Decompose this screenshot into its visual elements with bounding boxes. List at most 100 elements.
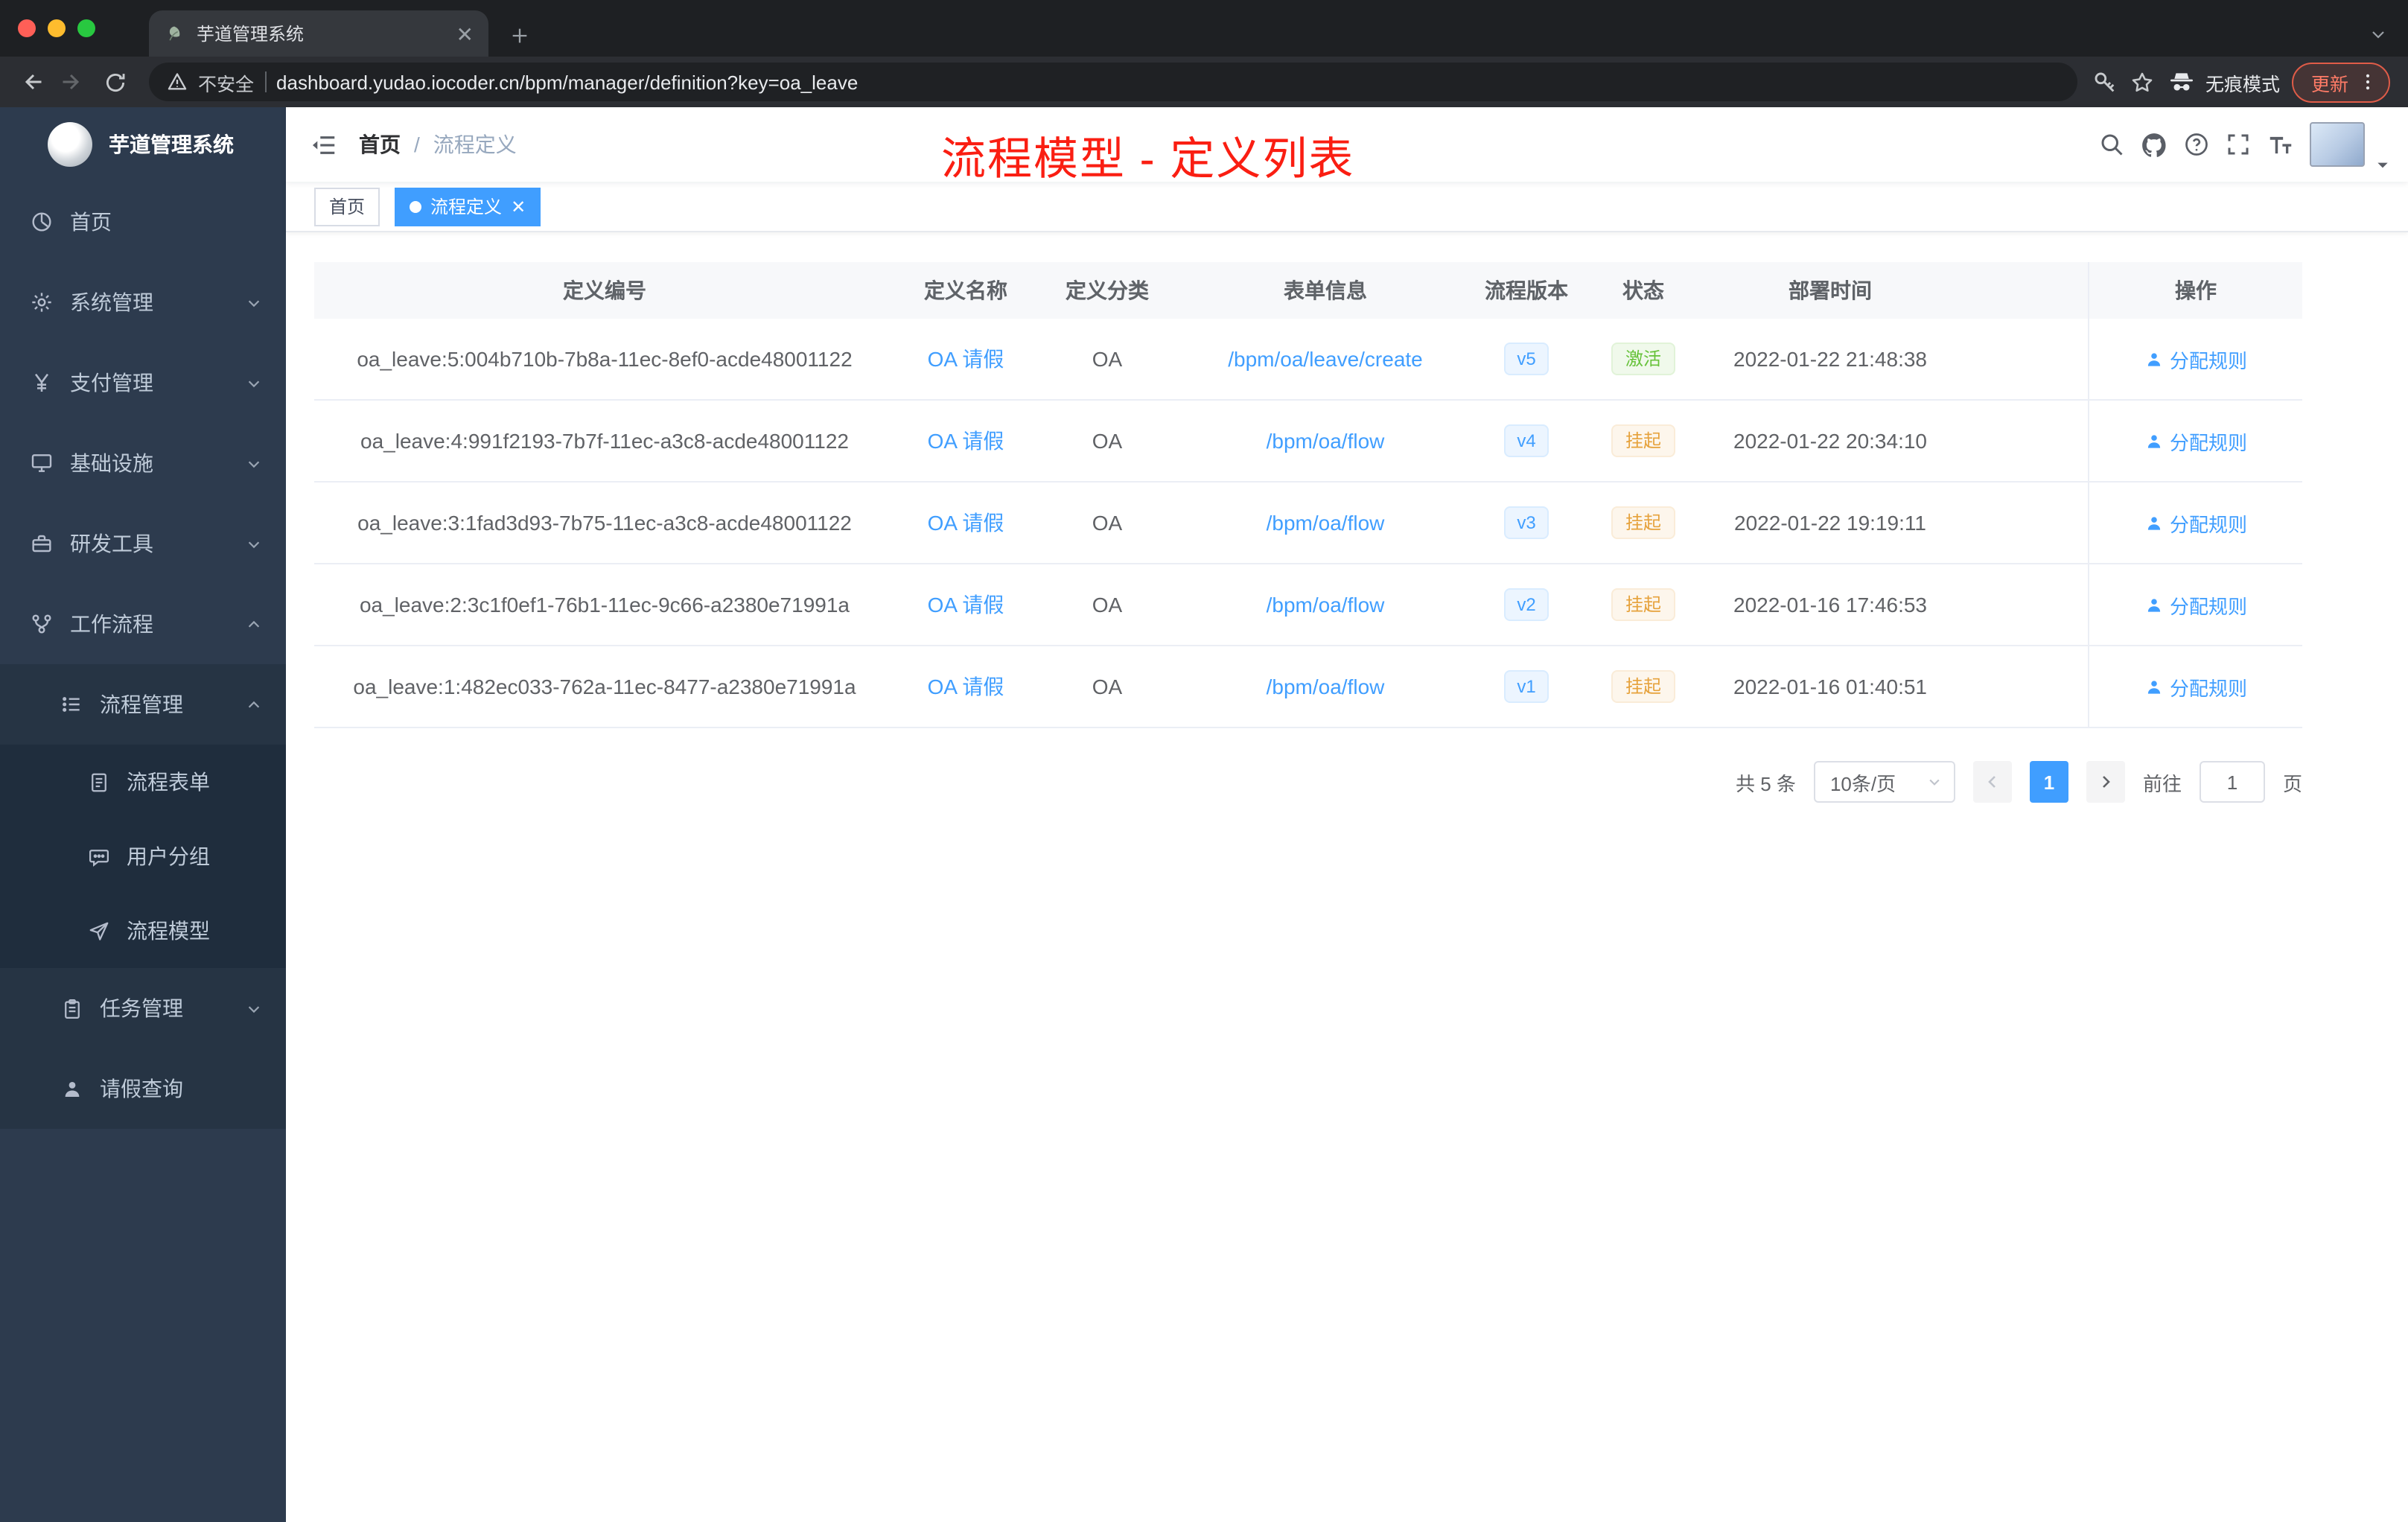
sidebar-item-user-group[interactable]: 用户分组 [0,819,286,894]
form-info-link[interactable]: /bpm/oa/flow [1267,593,1385,617]
tags-view: 首页 流程定义 ✕ [286,182,2408,232]
definition-name-link[interactable]: OA 请假 [928,426,1004,456]
sidebar-item-process-form[interactable]: 流程表单 [0,745,286,819]
sidebar-item-workflow[interactable]: 工作流程 [0,584,286,664]
close-window-button[interactable] [18,19,36,37]
filler-cell [1954,401,2088,481]
github-icon[interactable] [2140,130,2168,159]
sidebar-item-label: 流程管理 [100,692,183,716]
sidebar-item-process-management[interactable]: 流程管理 [0,664,286,745]
minimize-window-button[interactable] [48,19,66,37]
tab-title: 芋道管理系统 [197,24,305,45]
assign-rule-link[interactable]: 分配规则 [2144,590,2247,619]
prev-page-button[interactable] [1972,761,2012,803]
tag-home[interactable]: 首页 [314,187,380,226]
avatar-caret-icon[interactable] [2375,158,2390,173]
next-page-button[interactable] [2086,761,2125,803]
version-badge: v4 [1503,424,1549,458]
sidebar-item-system[interactable]: 系统管理 [0,262,286,343]
kebab-menu-icon [2366,74,2370,90]
paper-plane-icon [86,919,110,943]
tag-label: 首页 [329,197,366,217]
breadcrumb-separator: / [414,133,420,156]
sidebar-logo[interactable]: 芋道管理系统 [0,107,286,182]
divider [264,71,267,92]
page-number-button[interactable]: 1 [2029,761,2068,803]
definition-id: oa_leave:2:3c1f0ef1-76b1-11ec-9c66-a2380… [359,593,850,617]
security-label: 不安全 [198,74,255,95]
form-info-link[interactable]: /bpm/oa/leave/create [1228,347,1423,371]
password-key-icon[interactable] [2092,69,2118,95]
deploy-time: 2022-01-22 21:48:38 [1733,347,1927,371]
sidebar-item-leave-query[interactable]: 请假查询 [0,1048,286,1129]
goto-page-input[interactable] [2199,761,2265,803]
browser-tab[interactable]: 芋道管理系统 ✕ [149,10,488,57]
sidebar-item-label: 首页 [70,210,112,234]
help-icon[interactable] [2183,131,2210,158]
sidebar-item-home[interactable]: 首页 [0,182,286,262]
table-row: oa_leave:3:1fad3d93-7b75-11ec-a3c8-acde4… [314,483,2302,564]
main-area: 首页 / 流程定义 首页 流程定义 ✕ 定义编号 定义名称 定义分类 表单信息 … [286,107,2408,1522]
back-button[interactable] [12,63,51,101]
sidebar-item-infrastructure[interactable]: 基础设施 [0,423,286,503]
definition-name-link[interactable]: OA 请假 [928,344,1004,374]
user-avatar[interactable] [2310,122,2365,167]
tag-process-definition[interactable]: 流程定义 ✕ [395,187,541,226]
definition-id: oa_leave:4:991f2193-7b7f-11ec-a3c8-acde4… [360,429,849,453]
form-info-link[interactable]: /bpm/oa/flow [1267,675,1385,698]
fullscreen-icon[interactable] [2225,131,2252,158]
sidebar-item-label: 系统管理 [70,290,153,314]
page-size-select[interactable]: 10条/页 [1813,761,1955,803]
sidebar-item-dev-tools[interactable]: 研发工具 [0,503,286,584]
incognito-label: 无痕模式 [2205,74,2280,95]
reload-button[interactable] [95,63,134,101]
deploy-time: 2022-01-22 19:19:11 [1734,511,1926,535]
chevron-down-icon [246,455,262,471]
person-icon [2147,434,2161,448]
assign-rule-label: 分配规则 [2169,595,2247,617]
yen-icon [30,371,54,395]
sidebar-toggle-icon[interactable] [286,130,359,159]
sidebar-item-task-management[interactable]: 任务管理 [0,968,286,1048]
filler-cell [1954,564,2088,645]
assign-rule-link[interactable]: 分配规则 [2144,672,2247,701]
assign-rule-link[interactable]: 分配规则 [2144,509,2247,537]
form-info-link[interactable]: /bpm/oa/flow [1267,429,1385,453]
font-size-icon[interactable] [2267,130,2295,159]
bookmark-star-icon[interactable] [2130,69,2155,95]
search-icon[interactable] [2098,131,2125,158]
sidebar-item-label: 请假查询 [100,1077,183,1101]
maximize-window-button[interactable] [77,19,95,37]
tag-close-icon[interactable]: ✕ [511,197,526,215]
person-icon [60,1077,83,1101]
sidebar-item-payment[interactable]: 支付管理 [0,343,286,423]
browser-update-button[interactable]: 更新 [2291,62,2390,102]
sidebar-item-process-model[interactable]: 流程模型 [0,894,286,968]
forward-button[interactable] [54,63,92,101]
annotation-text: 流程模型 - 定义列表 [941,136,1355,185]
address-bar[interactable]: 不安全 dashboard.yudao.iocoder.cn/bpm/manag… [149,63,2077,101]
person-icon [2147,680,2161,693]
definition-name-link[interactable]: OA 请假 [928,672,1004,701]
status-badge: 挂起 [1611,669,1675,704]
tab-search-chevron-icon[interactable] [2369,25,2387,43]
version-badge: v5 [1503,342,1549,376]
form-info-link[interactable]: /bpm/oa/flow [1267,511,1385,535]
security-warning-icon[interactable] [167,71,188,92]
breadcrumb-home[interactable]: 首页 [359,130,401,159]
sidebar-item-label: 流程模型 [127,919,210,943]
page-size-value: 10条/页 [1829,772,1896,795]
gear-icon [30,290,54,314]
clipboard-icon [60,996,83,1020]
app: 芋道管理系统 首页 系统管理 支付管理 基础设施 研发工具 工作流程 流程管理 … [0,107,2408,1522]
assign-rule-link[interactable]: 分配规则 [2144,345,2247,373]
definition-name-link[interactable]: OA 请假 [928,508,1004,538]
tab-close-icon[interactable]: ✕ [456,23,474,44]
list-icon [60,692,83,716]
new-tab-button[interactable] [509,25,530,46]
assign-rule-link[interactable]: 分配规则 [2144,427,2247,455]
header-form-info: 表单信息 [1284,278,1367,302]
table-row: oa_leave:2:3c1f0ef1-76b1-11ec-9c66-a2380… [314,564,2302,646]
table-header-row: 定义编号 定义名称 定义分类 表单信息 流程版本 状态 部署时间 操作 [314,262,2302,319]
definition-name-link[interactable]: OA 请假 [928,590,1004,620]
